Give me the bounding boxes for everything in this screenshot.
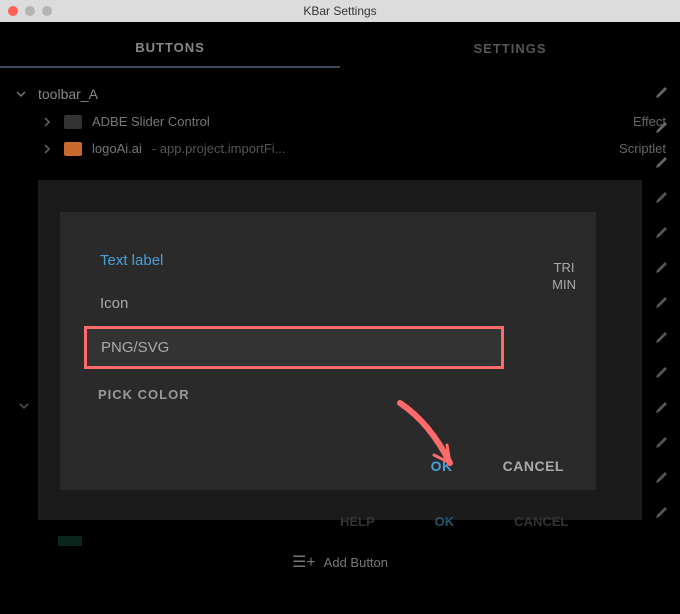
chevron-right-icon — [40, 142, 54, 156]
pick-color-button[interactable]: PICK COLOR — [84, 387, 576, 402]
pencil-icon[interactable] — [654, 329, 672, 347]
pencil-icon[interactable] — [654, 504, 672, 522]
toolbar-name: toolbar_A — [38, 86, 98, 102]
label-type-dialog: Text label Icon PNG/SVG TRI MIN PICK COL… — [60, 212, 596, 490]
dialog-options-list: Text label Icon PNG/SVG — [84, 240, 504, 369]
item-name: ADBE Slider Control — [92, 114, 210, 129]
window-title: KBar Settings — [303, 4, 376, 18]
pencil-icon[interactable] — [654, 294, 672, 312]
dialog-buttons: OK CANCEL — [84, 458, 576, 474]
traffic-lights — [8, 6, 52, 16]
content-area: toolbar_A ADBE Slider Control Effect log… — [0, 68, 680, 174]
titlebar: KBar Settings — [0, 0, 680, 22]
option-png-svg[interactable]: PNG/SVG — [84, 326, 504, 369]
item-desc: - app.project.importFi... — [152, 141, 286, 156]
trimin-label: TRI MIN — [552, 260, 576, 294]
item-name: logoAi.ai — [92, 141, 142, 156]
green-thumb-icon — [58, 536, 82, 546]
background-dialog-buttons: HELP OK CANCEL — [340, 514, 568, 529]
pencil-icon[interactable] — [654, 189, 672, 207]
minimize-window-icon[interactable] — [25, 6, 35, 16]
tab-buttons[interactable]: BUTTONS — [0, 28, 340, 68]
pencil-icon[interactable] — [654, 154, 672, 172]
toolbar-section-header[interactable]: toolbar_A — [10, 80, 670, 108]
chevron-right-icon — [40, 115, 54, 129]
close-window-icon[interactable] — [8, 6, 18, 16]
cancel-button[interactable]: CANCEL — [503, 458, 564, 474]
chevron-down-icon — [14, 87, 28, 101]
item-thumb-icon — [64, 142, 82, 156]
pencil-icon[interactable] — [654, 364, 672, 382]
ok-button-bg: OK — [435, 514, 455, 529]
toolbar-item-row[interactable]: ADBE Slider Control Effect — [10, 108, 670, 135]
pencil-icon[interactable] — [654, 469, 672, 487]
help-button-bg: HELP — [340, 514, 375, 529]
add-button[interactable]: ☰+ Add Button — [292, 552, 388, 572]
option-text-label[interactable]: Text label — [84, 240, 504, 281]
maximize-window-icon[interactable] — [42, 6, 52, 16]
add-list-icon: ☰+ — [292, 552, 316, 572]
pencil-icon[interactable] — [654, 119, 672, 137]
chevron-down-icon[interactable] — [18, 400, 30, 412]
edit-column — [654, 84, 672, 522]
tab-settings[interactable]: SETTINGS — [340, 28, 680, 68]
add-button-label: Add Button — [324, 555, 388, 570]
toolbar-item-row[interactable]: logoAi.ai - app.project.importFi... Scri… — [10, 135, 670, 162]
pencil-icon[interactable] — [654, 399, 672, 417]
pencil-icon[interactable] — [654, 84, 672, 102]
tabs-bar: BUTTONS SETTINGS — [0, 28, 680, 68]
item-thumb-icon — [64, 115, 82, 129]
pencil-icon[interactable] — [654, 434, 672, 452]
pencil-icon[interactable] — [654, 224, 672, 242]
pencil-icon[interactable] — [654, 259, 672, 277]
ok-button[interactable]: OK — [431, 458, 453, 474]
option-icon[interactable]: Icon — [84, 283, 504, 324]
cancel-button-bg: CANCEL — [514, 514, 568, 529]
